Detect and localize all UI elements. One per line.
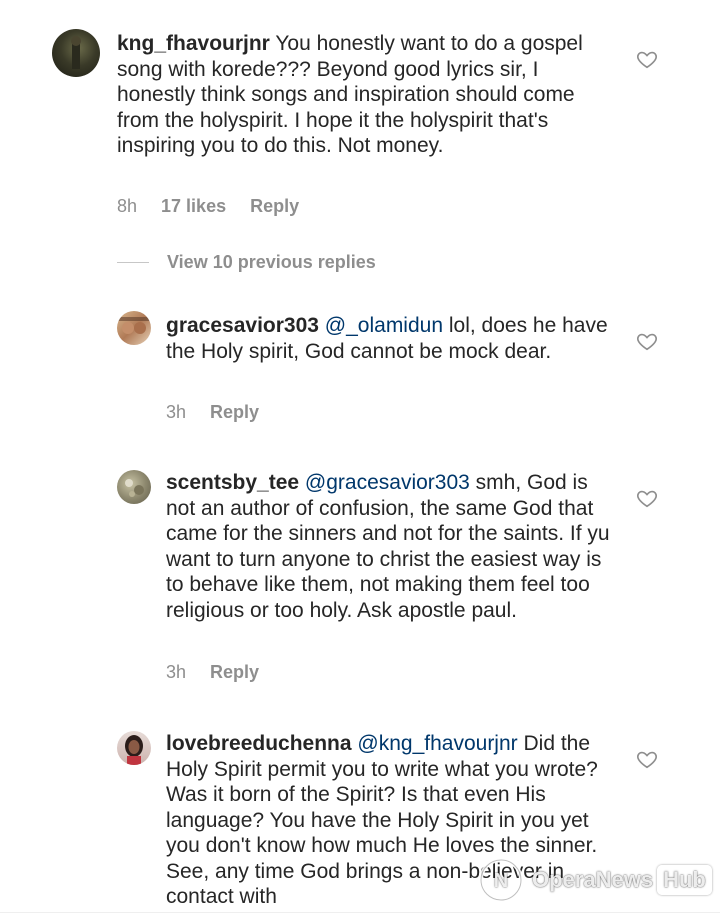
avatar[interactable] — [117, 470, 151, 504]
comment-text: gracesavior303 @_olamidun lol, does he h… — [166, 313, 611, 364]
comment-text: kng_fhavourjnr You honestly want to do a… — [117, 31, 607, 159]
view-previous-replies[interactable]: View 10 previous replies — [117, 252, 376, 273]
svg-text:N: N — [494, 870, 508, 892]
view-replies-label[interactable]: View 10 previous replies — [167, 252, 376, 273]
watermark-hub: Hub — [657, 865, 712, 895]
comment-meta: 3h Reply — [166, 402, 259, 423]
reply-button[interactable]: Reply — [250, 196, 299, 217]
avatar-photo — [125, 479, 144, 497]
avatar-photo — [125, 735, 143, 765]
avatar[interactable] — [52, 29, 100, 77]
reply-button[interactable]: Reply — [210, 662, 259, 683]
divider — [0, 912, 720, 913]
avatar[interactable] — [117, 731, 151, 765]
comment-username[interactable]: lovebreeduchenna — [166, 732, 352, 755]
comment-time: 3h — [166, 662, 187, 682]
watermark-brand: OperaNews — [532, 867, 654, 892]
comment-likes[interactable]: 17 likes — [161, 196, 226, 217]
avatar-photo — [117, 317, 151, 334]
comment-text: scentsby_tee @gracesavior303 smh, God is… — [166, 470, 611, 623]
comment-username[interactable]: scentsby_tee — [166, 471, 299, 494]
comment-username[interactable]: kng_fhavourjnr — [117, 32, 270, 55]
reply-button[interactable]: Reply — [210, 402, 259, 423]
comment-mention[interactable]: @gracesavior303 — [305, 471, 470, 494]
opera-news-logo-icon: N — [479, 858, 523, 902]
divider — [117, 262, 149, 263]
comment-username[interactable]: gracesavior303 — [166, 314, 319, 337]
avatar-photo — [71, 36, 81, 69]
comment-mention[interactable]: @_olamidun — [325, 314, 443, 337]
comment-time: 8h — [117, 196, 138, 216]
avatar[interactable] — [117, 311, 151, 345]
comment-meta: 8h 17 likes Reply — [117, 196, 299, 217]
heart-icon[interactable] — [636, 330, 658, 352]
heart-icon[interactable] — [636, 748, 658, 770]
comment-mention[interactable]: @kng_fhavourjnr — [357, 732, 517, 755]
comment-meta: 3h Reply — [166, 662, 259, 683]
watermark: N OperaNews Hub — [474, 848, 714, 912]
heart-icon[interactable] — [636, 48, 658, 70]
heart-icon[interactable] — [636, 487, 658, 509]
comment-time: 3h — [166, 402, 187, 422]
